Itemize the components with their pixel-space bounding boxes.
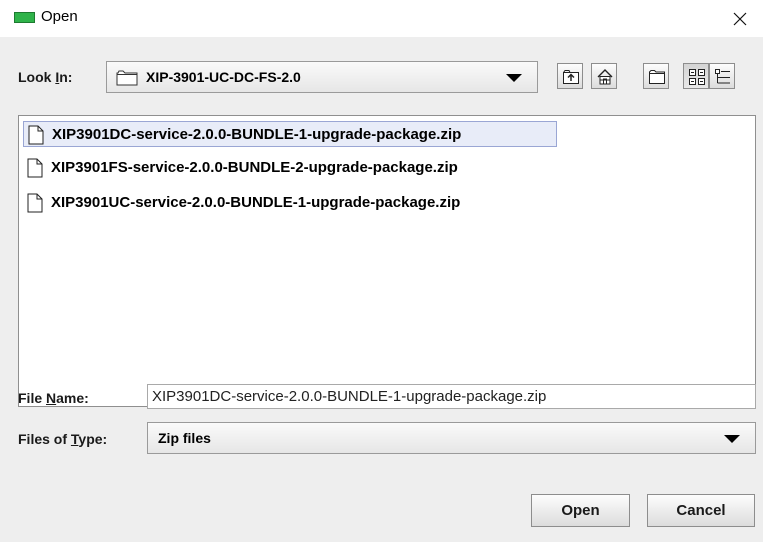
new-folder-button[interactable] [643,63,669,89]
close-icon [733,12,747,25]
look-in-dropdown[interactable]: XIP-3901-UC-DC-FS-2.0 [106,61,538,93]
open-button[interactable]: Open [531,494,630,527]
dialog-body: Look In: XIP-3901-UC-DC-FS-2.0 XIP3901DC… [0,37,763,542]
file-type-value: Zip files [158,430,211,446]
home-button[interactable] [591,63,617,89]
look-in-label: Look In: [18,69,73,85]
look-in-value: XIP-3901-UC-DC-FS-2.0 [146,69,301,85]
file-list-item[interactable]: XIP3901FS-service-2.0.0-BUNDLE-2-upgrade… [23,155,557,181]
details-view-button[interactable] [709,63,735,89]
title-bar: Open [0,0,763,37]
home-icon [597,69,613,85]
chevron-down-icon [506,74,522,82]
list-view-icon [689,69,705,85]
list-view-button[interactable] [683,63,709,89]
file-name-input[interactable] [147,384,756,409]
folder-icon [116,70,138,86]
file-icon [27,158,43,178]
file-name: XIP3901UC-service-2.0.0-BUNDLE-1-upgrade… [51,194,461,211]
file-name: XIP3901FS-service-2.0.0-BUNDLE-2-upgrade… [51,159,458,176]
app-icon [14,12,35,23]
up-folder-icon [563,70,579,84]
file-list-item[interactable]: XIP3901DC-service-2.0.0-BUNDLE-1-upgrade… [23,121,557,147]
file-list-item[interactable]: XIP3901UC-service-2.0.0-BUNDLE-1-upgrade… [23,190,557,216]
cancel-button[interactable]: Cancel [647,494,755,527]
file-icon [27,193,43,213]
window-title: Open [41,8,78,25]
chevron-down-icon [724,435,740,443]
details-view-icon [715,69,730,84]
file-name-label: File Name: [18,390,89,406]
up-one-level-button[interactable] [557,63,583,89]
new-folder-icon [649,70,665,84]
file-list[interactable]: XIP3901DC-service-2.0.0-BUNDLE-1-upgrade… [18,115,756,407]
file-type-dropdown[interactable]: Zip files [147,422,756,454]
file-type-label: Files of Type: [18,431,108,447]
file-icon [28,125,44,145]
file-name: XIP3901DC-service-2.0.0-BUNDLE-1-upgrade… [52,126,462,143]
close-button[interactable] [717,0,763,37]
